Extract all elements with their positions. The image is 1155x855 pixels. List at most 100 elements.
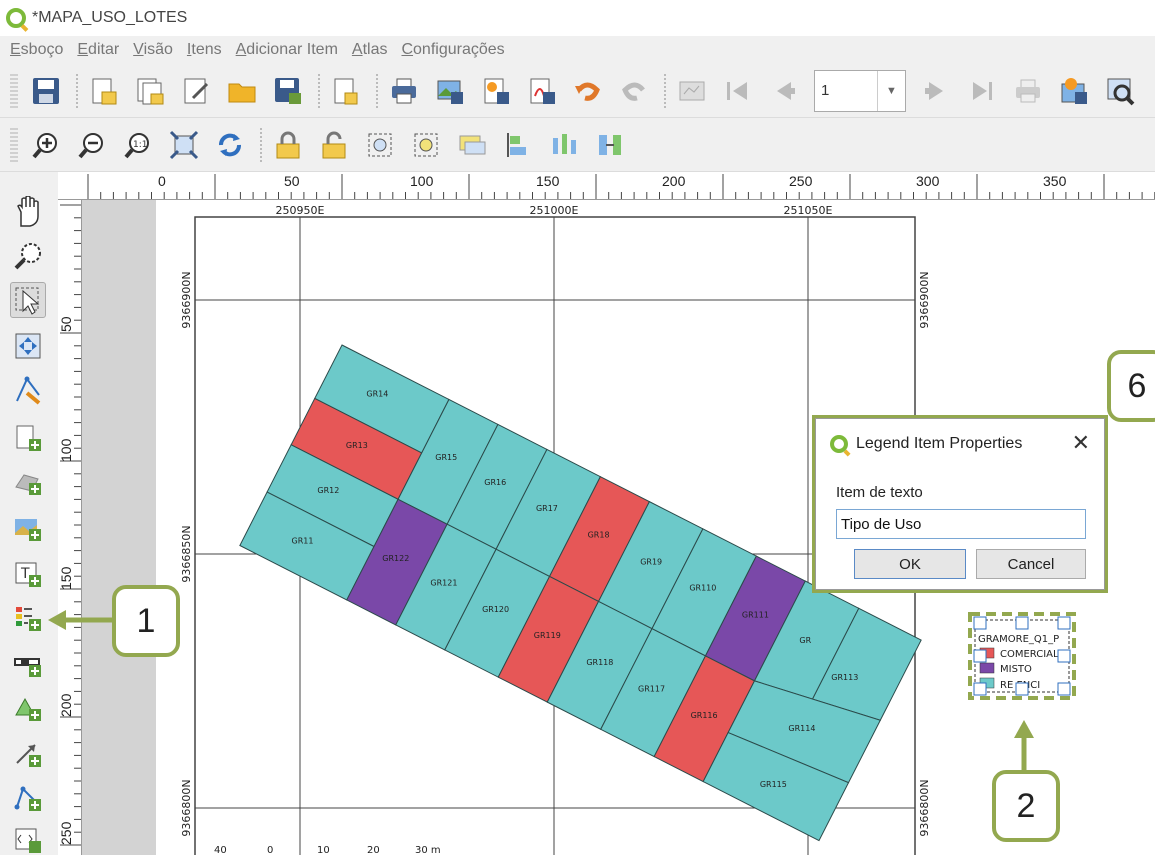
legend-swatch-misto bbox=[979, 662, 995, 674]
toolbar-grip[interactable] bbox=[10, 73, 18, 108]
zoom-full-icon[interactable] bbox=[168, 129, 200, 161]
qgis-logo-icon bbox=[830, 435, 848, 453]
item-text-input[interactable] bbox=[836, 509, 1086, 539]
scale-label: 10 bbox=[317, 845, 330, 855]
menu-esboco[interactable]: Esboço bbox=[10, 41, 63, 59]
parcel-label: GR117 bbox=[638, 684, 665, 693]
add-picture-icon[interactable] bbox=[10, 510, 46, 546]
callout-6: 6 bbox=[1107, 350, 1155, 422]
legend-title: GRAMORE_Q1_P bbox=[978, 634, 1059, 645]
close-icon[interactable]: ✕ bbox=[1072, 431, 1090, 456]
ruler-label: 0 bbox=[158, 173, 166, 189]
parcel-label: GR118 bbox=[586, 658, 613, 667]
previous-feature-icon[interactable] bbox=[768, 75, 800, 107]
grid-label-top: 251050E bbox=[784, 204, 833, 217]
print-atlas-icon[interactable] bbox=[1012, 75, 1044, 107]
select-move-item-icon[interactable] bbox=[10, 282, 46, 318]
add-shape-icon[interactable] bbox=[10, 690, 46, 726]
chevron-down-icon[interactable]: ▼ bbox=[877, 70, 905, 111]
edit-nodes-icon[interactable] bbox=[10, 372, 46, 408]
add-arrow-icon[interactable] bbox=[10, 736, 46, 772]
align-items-icon[interactable] bbox=[502, 129, 534, 161]
horizontal-ruler-ticks bbox=[87, 174, 1155, 199]
add-map-icon[interactable] bbox=[10, 420, 46, 456]
ruler-label: 150 bbox=[536, 173, 560, 189]
menu-itens[interactable]: Itens bbox=[187, 41, 222, 59]
navigation-toolbar: 1:1 bbox=[0, 118, 1155, 172]
parcel-label: GR122 bbox=[382, 554, 409, 563]
add-3d-map-icon[interactable] bbox=[10, 464, 46, 500]
legend-label: COMERCIAL bbox=[1000, 649, 1059, 660]
vertical-ruler[interactable]: 50 100 150 200 250 bbox=[58, 200, 82, 855]
add-html-icon[interactable] bbox=[10, 822, 46, 855]
duplicate-layout-icon[interactable] bbox=[134, 75, 166, 107]
menu-editar[interactable]: Editar bbox=[77, 41, 119, 59]
legend-item-properties-dialog: Legend Item Properties ✕ Item de texto O… bbox=[815, 418, 1105, 590]
resize-items-icon[interactable] bbox=[594, 129, 626, 161]
first-feature-icon[interactable] bbox=[722, 75, 754, 107]
qgis-logo-icon bbox=[6, 8, 26, 28]
layout-manager-icon[interactable] bbox=[180, 75, 212, 107]
parcel-label: GR19 bbox=[640, 557, 662, 566]
atlas-settings-icon[interactable] bbox=[1058, 75, 1090, 107]
toolbar-separator bbox=[76, 73, 78, 108]
add-legend-icon[interactable] bbox=[10, 600, 46, 636]
menu-visao[interactable]: Visão bbox=[133, 41, 173, 59]
zoom-in-icon[interactable] bbox=[30, 129, 62, 161]
add-label-icon[interactable]: T bbox=[10, 556, 46, 592]
ruler-label: 200 bbox=[662, 173, 686, 189]
zoom-actual-icon[interactable]: 1:1 bbox=[122, 129, 154, 161]
ruler-label: 200 bbox=[58, 693, 74, 717]
window-title: *MAPA_USO_LOTES bbox=[32, 9, 188, 26]
redo-icon[interactable] bbox=[618, 75, 650, 107]
menu-atlas[interactable]: Atlas bbox=[352, 41, 388, 59]
save-icon[interactable] bbox=[30, 75, 62, 107]
menu-bar: Esboço Editar Visão Itens Adicionar Item… bbox=[0, 36, 1155, 64]
horizontal-ruler[interactable]: 0 50 100 150 200 250 300 350 bbox=[58, 172, 1155, 200]
lock-items-icon[interactable] bbox=[272, 129, 304, 161]
pan-hand-icon[interactable] bbox=[10, 194, 46, 230]
last-feature-icon[interactable] bbox=[966, 75, 998, 107]
dialog-header: Legend Item Properties ✕ bbox=[816, 419, 1104, 469]
grid-label-left: 9366900N bbox=[180, 271, 193, 328]
new-layout-icon[interactable] bbox=[88, 75, 120, 107]
ungroup-items-icon[interactable] bbox=[410, 129, 442, 161]
raise-items-icon[interactable] bbox=[456, 129, 488, 161]
atlas-preview-icon[interactable] bbox=[676, 75, 708, 107]
ruler-label: 300 bbox=[916, 173, 940, 189]
export-image-icon[interactable] bbox=[434, 75, 466, 107]
export-svg-icon[interactable] bbox=[480, 75, 512, 107]
parcel-label: GR113 bbox=[831, 673, 858, 682]
export-pdf-icon[interactable] bbox=[526, 75, 558, 107]
grid-label-left: 9366800N bbox=[180, 779, 193, 836]
add-node-item-icon[interactable] bbox=[10, 780, 46, 816]
dialog-title: Legend Item Properties bbox=[856, 435, 1023, 452]
cancel-button[interactable]: Cancel bbox=[976, 549, 1086, 579]
print-icon[interactable] bbox=[388, 75, 420, 107]
zoom-tool-icon[interactable] bbox=[10, 238, 46, 274]
parcel-label: GR110 bbox=[689, 584, 716, 593]
add-scalebar-icon[interactable] bbox=[10, 646, 46, 682]
move-content-icon[interactable] bbox=[10, 328, 46, 364]
menu-adicionar-item[interactable]: Adicionar Item bbox=[236, 41, 338, 59]
distribute-items-icon[interactable] bbox=[548, 129, 580, 161]
toolbar-separator bbox=[376, 73, 378, 108]
parcel-label: GR114 bbox=[788, 724, 815, 733]
new-page-icon[interactable] bbox=[330, 75, 362, 107]
refresh-icon[interactable] bbox=[214, 129, 246, 161]
zoom-out-icon[interactable] bbox=[76, 129, 108, 161]
next-feature-icon[interactable] bbox=[920, 75, 952, 107]
legend-item[interactable]: GRAMORE_Q1_P COMERCIAL MISTO RE ENCI bbox=[968, 612, 1076, 700]
atlas-page-spinbox[interactable]: 1 ▼ bbox=[814, 69, 906, 112]
ok-button[interactable]: OK bbox=[854, 549, 966, 579]
atlas-export-icon[interactable] bbox=[1104, 75, 1136, 107]
unlock-items-icon[interactable] bbox=[318, 129, 350, 161]
toolbar-grip[interactable] bbox=[10, 127, 18, 162]
parcel-label: GR17 bbox=[536, 504, 558, 513]
parcel-label: GR11 bbox=[292, 537, 314, 546]
menu-configuracoes[interactable]: Configurações bbox=[401, 41, 504, 59]
save-template-icon[interactable] bbox=[272, 75, 304, 107]
open-folder-icon[interactable] bbox=[226, 75, 258, 107]
undo-icon[interactable] bbox=[572, 75, 604, 107]
group-items-icon[interactable] bbox=[364, 129, 396, 161]
